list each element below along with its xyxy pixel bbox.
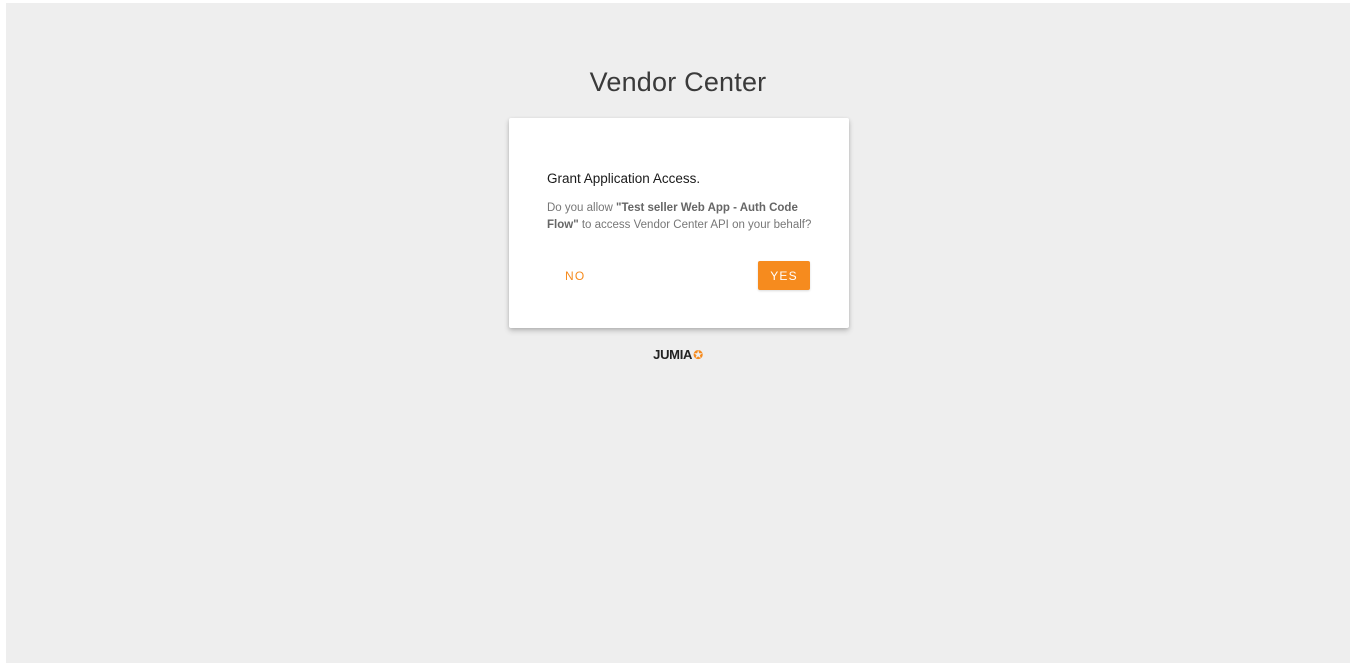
page-title: Vendor Center bbox=[589, 67, 767, 97]
grant-access-dialog: Grant Application Access. Do you allow "… bbox=[509, 118, 849, 328]
dialog-message: Do you allow "Test seller Web App - Auth… bbox=[547, 200, 817, 234]
logo-text: JUMIA bbox=[653, 347, 693, 362]
star-icon: ✪ bbox=[693, 348, 703, 362]
jumia-logo: JUMIA✪ bbox=[6, 347, 1350, 362]
message-prefix: Do you allow bbox=[547, 202, 617, 214]
no-button[interactable]: NO bbox=[551, 261, 599, 290]
yes-button[interactable]: YES bbox=[758, 261, 810, 290]
page-background: Vendor Center Grant Application Access. … bbox=[6, 3, 1350, 663]
dialog-title: Grant Application Access. bbox=[547, 171, 701, 186]
message-suffix: to access Vendor Center API on your beha… bbox=[578, 219, 812, 231]
